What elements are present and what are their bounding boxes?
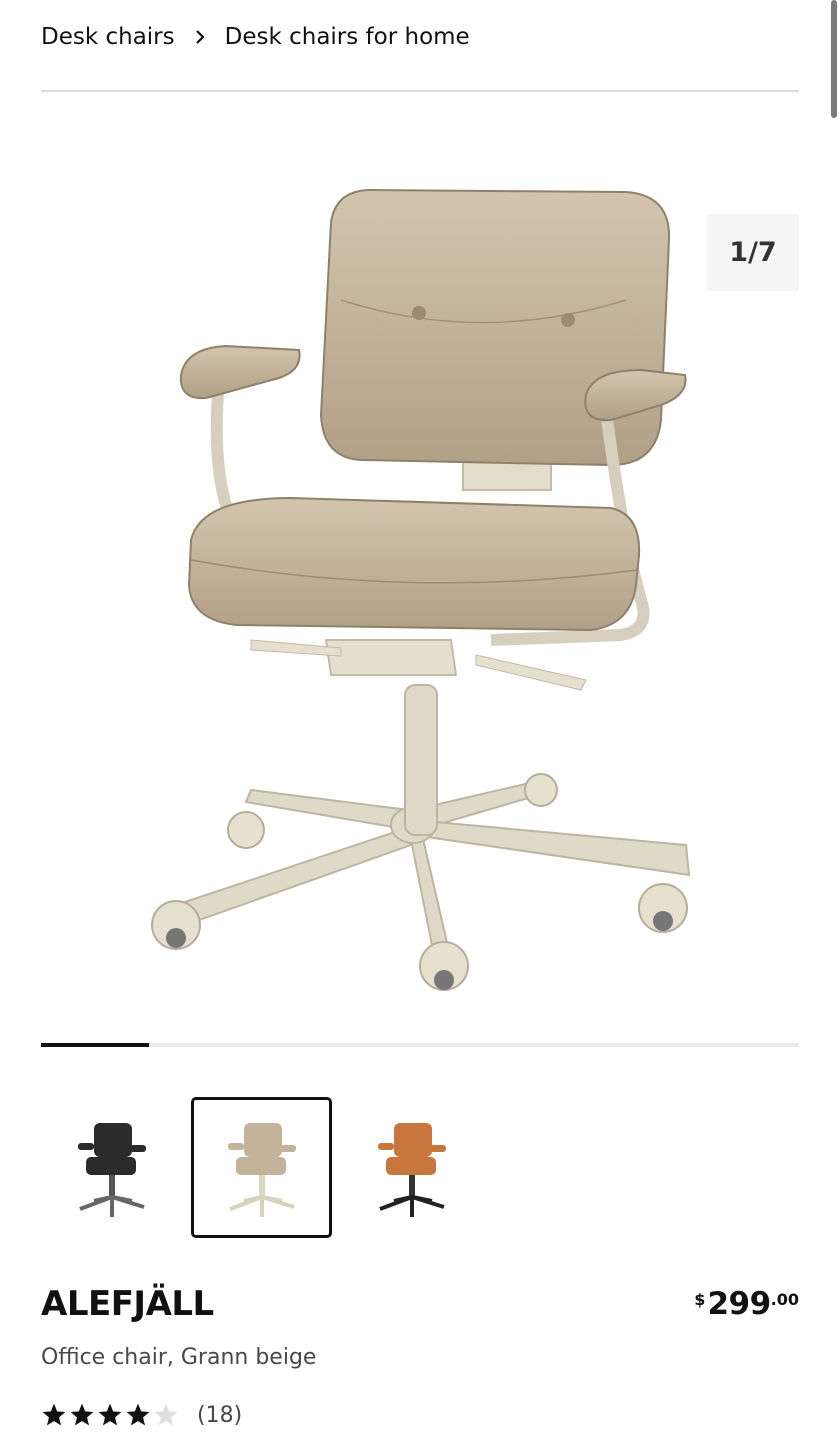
review-count: (18) <box>197 1402 243 1428</box>
product-price: $ 299 .00 <box>694 1286 799 1322</box>
star-filled-icon <box>42 1403 66 1426</box>
black-chair-thumbnail <box>77 1122 146 1217</box>
star-empty-icon <box>154 1403 178 1426</box>
product-name: ALEFJÄLL <box>41 1284 214 1324</box>
variant-thumbnail-brown[interactable] <box>341 1097 482 1238</box>
breadcrumb-item-desk-chairs[interactable]: Desk chairs <box>41 24 175 50</box>
price-currency: $ <box>694 1290 706 1309</box>
brown-chair-thumbnail <box>377 1122 446 1217</box>
price-decimal: .00 <box>770 1290 799 1309</box>
product-rating[interactable]: (18) <box>41 1402 242 1428</box>
page-scrollbar[interactable] <box>831 0 837 118</box>
star-filled-icon <box>70 1403 94 1426</box>
variant-thumbnail-beige[interactable] <box>191 1097 332 1238</box>
main-product-image[interactable] <box>41 130 799 1030</box>
price-integer: 299 <box>707 1286 771 1322</box>
star-filled-icon <box>98 1403 122 1426</box>
gallery-progress-bar <box>41 1043 799 1047</box>
beige-chair-thumbnail <box>227 1122 296 1217</box>
breadcrumb-item-desk-chairs-for-home[interactable]: Desk chairs for home <box>225 24 470 50</box>
rating-stars <box>41 1402 179 1428</box>
star-filled-icon <box>126 1403 150 1426</box>
divider <box>41 90 799 92</box>
image-counter: 1/7 <box>707 214 799 291</box>
product-image-gallery[interactable]: 1/7 <box>41 130 799 1030</box>
variant-thumbnails <box>41 1097 482 1238</box>
product-description: Office chair, Grann beige <box>41 1345 317 1370</box>
variant-thumbnail-black[interactable] <box>41 1097 182 1238</box>
chevron-right-icon <box>195 29 205 45</box>
gallery-progress-fill <box>41 1043 150 1047</box>
breadcrumb: Desk chairs Desk chairs for home <box>41 20 470 54</box>
